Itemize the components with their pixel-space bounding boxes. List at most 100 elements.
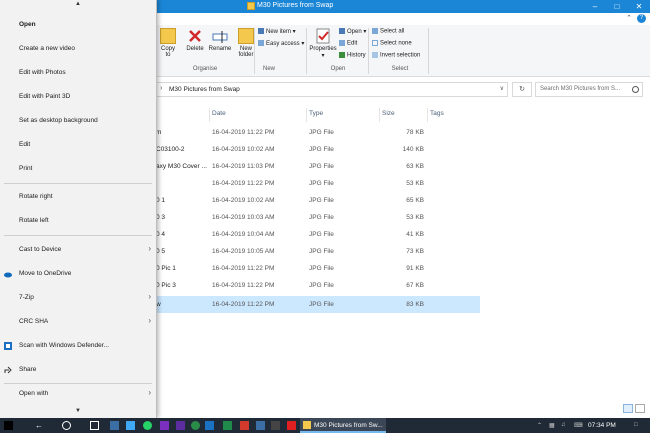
keyboard-icon[interactable]: ⌨ bbox=[574, 422, 583, 429]
easy-access-label: Easy access bbox=[266, 41, 300, 47]
tiles-view-icon[interactable] bbox=[635, 404, 645, 413]
file-row-selected[interactable]: w 16-04-2019 11:22 PM JPG File 83 KB bbox=[156, 296, 480, 313]
app-icon[interactable] bbox=[110, 421, 119, 430]
select-none-button[interactable]: Select none bbox=[372, 40, 412, 47]
network-icon[interactable]: ▦ bbox=[549, 422, 555, 429]
menu-item-crc-sha[interactable]: CRC SHA › bbox=[0, 311, 156, 333]
new-folder-button[interactable]: New folder bbox=[235, 28, 257, 58]
delete-button[interactable]: Delete bbox=[184, 28, 206, 52]
properties-button[interactable]: Properties ▾ bbox=[309, 28, 337, 59]
search-input[interactable]: Search M30 Pictures from S... bbox=[535, 82, 643, 97]
copy-to-button[interactable]: Copy to bbox=[158, 28, 178, 58]
file-row[interactable]: 0 5 16-04-2019 10:05 AM JPG File 73 KB bbox=[156, 243, 480, 260]
invert-selection-button[interactable]: Invert selection bbox=[372, 52, 420, 59]
column-divider[interactable] bbox=[427, 108, 428, 122]
file-row[interactable]: 0 Pic 1 16-04-2019 11:22 PM JPG File 91 … bbox=[156, 260, 480, 277]
whatsapp-icon[interactable] bbox=[143, 421, 152, 430]
app-icon[interactable] bbox=[126, 421, 135, 430]
menu-item-share[interactable]: Share bbox=[0, 359, 156, 381]
column-divider[interactable] bbox=[306, 108, 307, 122]
tray-chevron-icon[interactable]: ⌃ bbox=[537, 422, 542, 429]
menu-item-edit[interactable]: Edit bbox=[0, 134, 156, 156]
cortana-icon[interactable] bbox=[62, 421, 71, 430]
app-icon[interactable] bbox=[271, 421, 280, 430]
onenote-icon[interactable] bbox=[160, 421, 169, 430]
menu-item-open-with[interactable]: Open with › bbox=[0, 383, 156, 405]
task-view-icon[interactable] bbox=[90, 421, 99, 430]
column-size[interactable]: Size bbox=[382, 110, 395, 117]
file-date: 16-04-2019 10:04 AM bbox=[212, 231, 275, 238]
history-button[interactable]: History bbox=[339, 52, 366, 59]
column-type[interactable]: Type bbox=[309, 110, 323, 117]
file-row[interactable]: C03100-2 16-04-2019 10:02 AM JPG File 14… bbox=[156, 141, 480, 158]
app-d-icon[interactable] bbox=[240, 421, 249, 430]
file-date: 16-04-2019 11:22 PM bbox=[212, 180, 275, 187]
file-row[interactable]: 0 3 16-04-2019 10:03 AM JPG File 53 KB bbox=[156, 209, 480, 226]
minimize-button[interactable]: – bbox=[584, 0, 606, 13]
chevron-down-icon[interactable]: ∨ bbox=[500, 85, 504, 92]
clock[interactable]: 07:34 PM bbox=[588, 422, 616, 429]
word-icon[interactable] bbox=[205, 421, 214, 430]
ribbon-separator bbox=[368, 28, 369, 74]
maximize-button[interactable]: □ bbox=[606, 0, 628, 13]
menu-item-open[interactable]: Open bbox=[0, 14, 156, 36]
column-divider[interactable] bbox=[379, 108, 380, 122]
menu-item-7zip[interactable]: 7-Zip › bbox=[0, 287, 156, 309]
file-row[interactable]: 0 4 16-04-2019 10:04 AM JPG File 41 KB bbox=[156, 226, 480, 243]
taskbar-window-label: M30 Pictures from Sw... bbox=[314, 422, 383, 429]
rename-icon bbox=[212, 28, 228, 44]
easy-access-button[interactable]: Easy access ▾ bbox=[258, 40, 304, 47]
menu-item-edit-photos[interactable]: Edit with Photos bbox=[0, 62, 156, 84]
menu-item-set-background[interactable]: Set as desktop background bbox=[0, 110, 156, 132]
back-icon[interactable]: ← bbox=[35, 421, 44, 430]
menu-item-rotate-right[interactable]: Rotate right bbox=[0, 186, 156, 208]
open-button[interactable]: Open ▾ bbox=[339, 28, 366, 35]
column-date[interactable]: Date bbox=[212, 110, 226, 117]
file-row[interactable]: m 16-04-2019 11:22 PM JPG File 78 KB bbox=[156, 124, 480, 141]
menu-item-label: Cast to Device bbox=[19, 246, 62, 253]
column-tags[interactable]: Tags bbox=[430, 110, 444, 117]
notifications-icon[interactable]: □ bbox=[634, 422, 638, 428]
excel-icon[interactable] bbox=[223, 421, 232, 430]
file-type: JPG File bbox=[309, 129, 334, 136]
scroll-down-icon[interactable]: ▼ bbox=[0, 408, 156, 418]
file-name: 0 Pic 3 bbox=[156, 282, 176, 289]
menu-item-edit-paint3d[interactable]: Edit with Paint 3D bbox=[0, 86, 156, 108]
menu-item-rotate-left[interactable]: Rotate left bbox=[0, 210, 156, 232]
properties-icon bbox=[315, 28, 331, 44]
menu-item-scan-defender[interactable]: Scan with Windows Defender... bbox=[0, 335, 156, 357]
close-button[interactable]: ✕ bbox=[628, 0, 650, 13]
chrome-icon[interactable] bbox=[191, 421, 200, 430]
rename-button[interactable]: Rename bbox=[208, 28, 232, 52]
file-row[interactable]: 0 1 16-04-2019 10:02 AM JPG File 65 KB bbox=[156, 192, 480, 209]
select-all-button[interactable]: Select all bbox=[372, 28, 404, 35]
volume-icon[interactable]: ♫ bbox=[561, 422, 566, 428]
youtube-icon[interactable] bbox=[287, 421, 296, 430]
taskbar: ← M30 Pictures from Sw... ⌃ ▦ ♫ ⌨ 07:34 … bbox=[0, 418, 650, 433]
file-row[interactable]: 0 Pic 3 16-04-2019 11:22 PM JPG File 67 … bbox=[156, 277, 480, 294]
refresh-button[interactable]: ↻ bbox=[512, 82, 532, 97]
help-icon[interactable]: ? bbox=[637, 14, 646, 23]
file-row[interactable]: axy M30 Cover ... 16-04-2019 11:03 PM JP… bbox=[156, 158, 480, 175]
file-type: JPG File bbox=[309, 231, 334, 238]
app-icon[interactable] bbox=[256, 421, 265, 430]
share-icon bbox=[4, 366, 12, 374]
ribbon-collapse-icon[interactable]: ⌃ bbox=[626, 14, 632, 22]
menu-item-cast-to-device[interactable]: Cast to Device › bbox=[0, 239, 156, 261]
column-divider[interactable] bbox=[209, 108, 210, 122]
address-bar[interactable]: › M30 Pictures from Swap ∨ bbox=[156, 82, 508, 97]
scroll-up-icon[interactable]: ▲ bbox=[0, 1, 156, 11]
details-view-icon[interactable] bbox=[623, 404, 633, 413]
ribbon-separator bbox=[306, 28, 307, 74]
start-icon[interactable] bbox=[4, 421, 13, 430]
easy-access-icon bbox=[258, 40, 264, 47]
menu-item-print[interactable]: Print bbox=[0, 158, 156, 180]
new-item-button[interactable]: New item ▾ bbox=[258, 28, 296, 35]
visual-studio-icon[interactable] bbox=[176, 421, 185, 430]
edit-button[interactable]: Edit bbox=[339, 40, 357, 47]
file-type: JPG File bbox=[309, 248, 334, 255]
file-row[interactable]: 16-04-2019 11:22 PM JPG File 53 KB bbox=[156, 175, 480, 192]
taskbar-explorer-window[interactable]: M30 Pictures from Sw... bbox=[300, 418, 386, 433]
menu-item-move-to-onedrive[interactable]: Move to OneDrive bbox=[0, 263, 156, 285]
menu-item-create-video[interactable]: Create a new video bbox=[0, 38, 156, 60]
